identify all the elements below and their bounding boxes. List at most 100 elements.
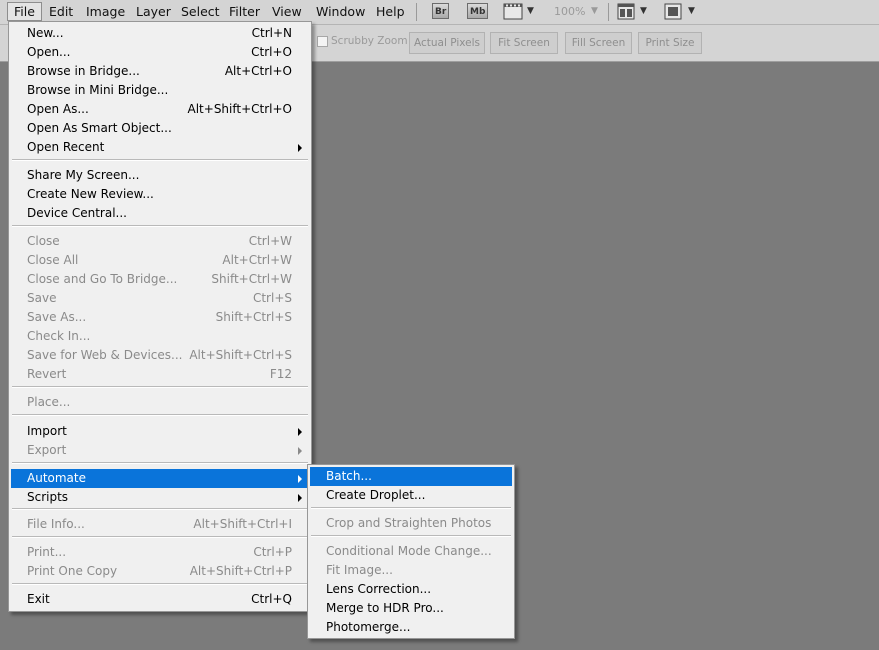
menu-item-label: Automate <box>27 471 86 485</box>
submenu-arrow-icon <box>298 494 302 502</box>
menu-item-label: File Info... <box>27 517 85 531</box>
scrubby-zoom-label: Scrubby Zoom <box>331 35 408 47</box>
menu-item-open-as-smart-object[interactable]: Open As Smart Object... <box>11 119 309 138</box>
menu-select[interactable]: Select <box>175 2 226 21</box>
menu-item-create-new-review[interactable]: Create New Review... <box>11 185 309 204</box>
menu-separator <box>311 535 511 537</box>
zoom-dropdown-icon[interactable]: ▼ <box>591 2 598 21</box>
menu-item-import[interactable]: Import <box>11 422 309 441</box>
menu-item-label: Open Recent <box>27 140 105 154</box>
fit-screen-button[interactable]: Fit Screen <box>490 32 558 54</box>
menu-file[interactable]: File <box>7 2 42 21</box>
menu-item-label: Save <box>27 291 57 305</box>
menu-item-label: Revert <box>27 367 67 381</box>
menu-item-shortcut: Ctrl+W <box>248 234 292 248</box>
menu-item-open-as[interactable]: Open As... Alt+Shift+Ctrl+O <box>11 100 309 119</box>
menu-item-close-and-go-to-bridge[interactable]: Close and Go To Bridge... Shift+Ctrl+W <box>11 270 309 289</box>
menu-item-save-as[interactable]: Save As... Shift+Ctrl+S <box>11 308 309 327</box>
menu-item-label: Browse in Mini Bridge... <box>27 83 169 97</box>
menu-item-label: Create Droplet... <box>326 488 426 502</box>
view-extras-dropdown-icon[interactable]: ▼ <box>527 2 534 21</box>
menu-item-save-for-web-and-devices[interactable]: Save for Web & Devices... Alt+Shift+Ctrl+… <box>11 346 309 365</box>
menu-item-label: Batch... <box>326 469 372 483</box>
actual-pixels-button[interactable]: Actual Pixels <box>409 32 485 54</box>
menu-separator <box>12 583 308 585</box>
menu-window[interactable]: Window <box>310 2 371 21</box>
menu-item-open-recent[interactable]: Open Recent <box>11 138 309 157</box>
menu-item-label: Open... <box>27 45 71 59</box>
menu-item-label: Save for Web & Devices... <box>27 348 183 362</box>
menu-item-label: Scripts <box>27 490 69 504</box>
menu-item-photomerge[interactable]: Photomerge... <box>310 618 512 637</box>
menu-item-shortcut: Shift+Ctrl+S <box>215 310 292 324</box>
launch-minibridge-button[interactable]: Mb <box>467 3 489 19</box>
menu-item-label: Share My Screen... <box>27 168 140 182</box>
menu-item-merge-to-hdr-pro[interactable]: Merge to HDR Pro... <box>310 599 512 618</box>
menubar-divider <box>416 3 417 21</box>
menu-item-label: Exit <box>27 592 50 606</box>
menu-item-browse-in-mini-bridge[interactable]: Browse in Mini Bridge... <box>11 81 309 100</box>
scrubby-zoom-checkbox[interactable] <box>317 36 328 47</box>
menu-item-scripts[interactable]: Scripts <box>11 488 309 507</box>
menu-item-automate[interactable]: Automate <box>11 469 309 488</box>
menu-item-print-one-copy[interactable]: Print One Copy Alt+Shift+Ctrl+P <box>11 562 309 581</box>
menu-separator <box>12 159 308 161</box>
menu-item-close[interactable]: Close Ctrl+W <box>11 232 309 251</box>
menu-item-fit-image[interactable]: Fit Image... <box>310 561 512 580</box>
menu-item-open[interactable]: Open... Ctrl+O <box>11 43 309 62</box>
menu-item-new[interactable]: New... Ctrl+N <box>11 24 309 43</box>
menu-item-label: Open As... <box>27 102 89 116</box>
menu-item-save[interactable]: Save Ctrl+S <box>11 289 309 308</box>
menu-item-label: Place... <box>27 395 71 409</box>
zoom-level[interactable]: 100% <box>554 2 585 21</box>
menu-item-close-all[interactable]: Close All Alt+Ctrl+W <box>11 251 309 270</box>
menu-item-shortcut: Alt+Shift+Ctrl+I <box>193 517 292 531</box>
menu-item-label: Lens Correction... <box>326 582 432 596</box>
menu-filter[interactable]: Filter <box>223 2 266 21</box>
menu-item-exit[interactable]: Exit Ctrl+Q <box>11 590 309 609</box>
menu-item-label: Close and Go To Bridge... <box>27 272 178 286</box>
menu-item-place[interactable]: Place... <box>11 393 309 412</box>
menu-item-check-in[interactable]: Check In... <box>11 327 309 346</box>
automate-submenu: Batch... Create Droplet... Crop and Straig… <box>307 464 515 639</box>
menu-layer[interactable]: Layer <box>130 2 177 21</box>
menu-item-lens-correction[interactable]: Lens Correction... <box>310 580 512 599</box>
menu-separator <box>12 225 308 227</box>
menu-item-revert[interactable]: Revert F12 <box>11 365 309 384</box>
menu-separator <box>12 414 308 416</box>
arrange-documents-dropdown-icon[interactable]: ▼ <box>640 2 647 21</box>
menu-item-crop-and-straighten-photos[interactable]: Crop and Straighten Photos <box>310 514 512 533</box>
menu-item-browse-in-bridge[interactable]: Browse in Bridge... Alt+Ctrl+O <box>11 62 309 81</box>
menu-item-shortcut: Ctrl+S <box>252 291 292 305</box>
arrange-documents-icon[interactable] <box>617 3 635 23</box>
menu-view[interactable]: View <box>266 2 308 21</box>
screen-mode-dropdown-icon[interactable]: ▼ <box>688 2 695 21</box>
menu-item-conditional-mode-change[interactable]: Conditional Mode Change... <box>310 542 512 561</box>
menu-item-file-info[interactable]: File Info... Alt+Shift+Ctrl+I <box>11 515 309 534</box>
submenu-arrow-icon <box>298 475 302 483</box>
menu-item-label: Print... <box>27 545 67 559</box>
menu-separator <box>311 507 511 509</box>
menu-item-device-central[interactable]: Device Central... <box>11 204 309 223</box>
fill-screen-button[interactable]: Fill Screen <box>565 32 632 54</box>
view-extras-icon[interactable] <box>503 3 523 23</box>
menu-image[interactable]: Image <box>80 2 131 21</box>
menu-item-shortcut: Alt+Ctrl+O <box>224 64 292 78</box>
menu-item-batch[interactable]: Batch... <box>310 467 512 486</box>
menu-edit[interactable]: Edit <box>43 2 79 21</box>
print-size-button[interactable]: Print Size <box>638 32 702 54</box>
menu-item-label: Conditional Mode Change... <box>326 544 492 558</box>
menu-item-label: Create New Review... <box>27 187 154 201</box>
submenu-arrow-icon <box>298 144 302 152</box>
menu-item-create-droplet[interactable]: Create Droplet... <box>310 486 512 505</box>
menu-item-shortcut: Alt+Shift+Ctrl+P <box>189 564 292 578</box>
menu-item-label: Crop and Straighten Photos <box>326 516 492 530</box>
launch-bridge-button[interactable]: Br <box>432 3 450 19</box>
menu-help[interactable]: Help <box>370 2 411 21</box>
screen-mode-icon[interactable] <box>664 3 682 23</box>
menu-item-label: Save As... <box>27 310 87 324</box>
menu-item-share-my-screen[interactable]: Share My Screen... <box>11 166 309 185</box>
menu-item-export[interactable]: Export <box>11 441 309 460</box>
menu-item-print[interactable]: Print... Ctrl+P <box>11 543 309 562</box>
menu-item-shortcut: Ctrl+N <box>251 26 292 40</box>
